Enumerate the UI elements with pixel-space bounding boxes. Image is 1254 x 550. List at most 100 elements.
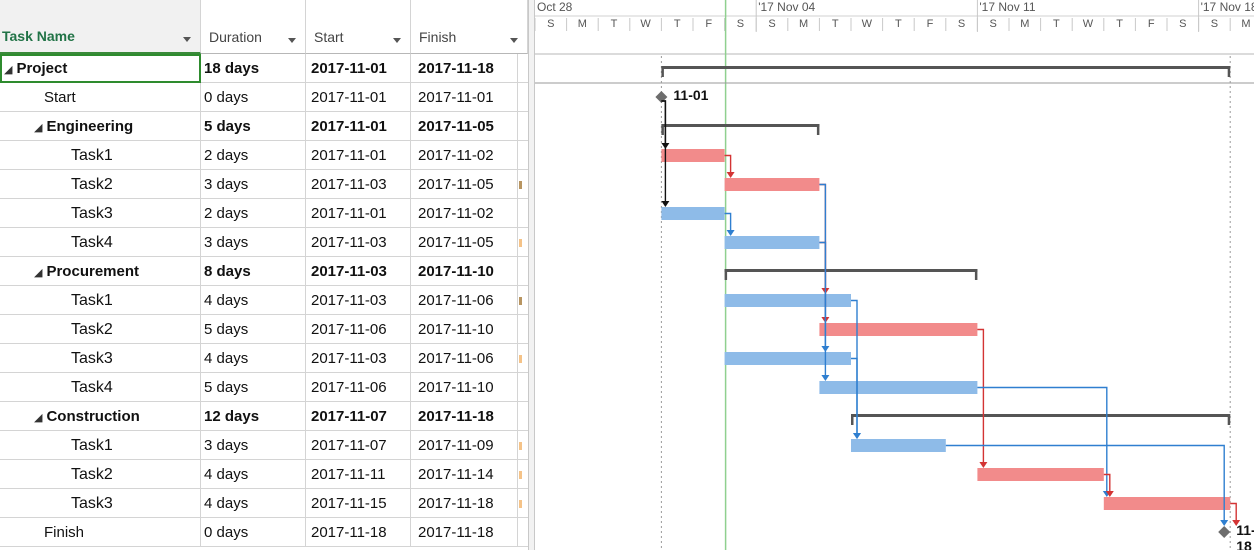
duration-cell[interactable]: 3 days bbox=[201, 431, 306, 460]
finish-cell[interactable]: 2017-11-01 bbox=[411, 83, 518, 112]
task-bar[interactable] bbox=[724, 294, 851, 307]
dropdown-arrow-icon[interactable] bbox=[288, 38, 296, 43]
task-bar[interactable] bbox=[819, 381, 978, 394]
start-cell[interactable]: 2017-11-01 bbox=[306, 54, 411, 83]
table-row[interactable]: Task4 3 days 2017-11-03 2017-11-05 bbox=[0, 228, 528, 257]
column-header-start[interactable]: Start bbox=[306, 0, 411, 54]
finish-cell[interactable]: 2017-11-10 bbox=[411, 257, 518, 286]
column-header-finish[interactable]: Finish bbox=[411, 0, 528, 54]
finish-cell[interactable]: 2017-11-06 bbox=[411, 344, 518, 373]
task-bar[interactable] bbox=[724, 178, 820, 191]
task-name-cell[interactable]: Task2 bbox=[0, 170, 201, 199]
duration-cell[interactable]: 18 days bbox=[201, 54, 306, 83]
table-row[interactable]: ◢ Construction 12 days 2017-11-07 2017-11-18 bbox=[0, 402, 528, 431]
dropdown-arrow-icon[interactable] bbox=[183, 37, 191, 42]
duration-cell[interactable]: 0 days bbox=[201, 83, 306, 112]
summary-bar[interactable] bbox=[724, 269, 978, 272]
table-row[interactable]: Finish 0 days 2017-11-18 2017-11-18 bbox=[0, 518, 528, 547]
finish-cell[interactable]: 2017-11-10 bbox=[411, 315, 518, 344]
task-name-cell[interactable]: Task4 bbox=[0, 373, 201, 402]
task-name-cell[interactable]: Task2 bbox=[0, 315, 201, 344]
column-header-task-name[interactable]: Task Name bbox=[0, 0, 201, 54]
task-bar[interactable] bbox=[724, 236, 820, 249]
start-cell[interactable]: 2017-11-03 bbox=[306, 170, 411, 199]
finish-cell[interactable]: 2017-11-06 bbox=[411, 286, 518, 315]
duration-cell[interactable]: 5 days bbox=[201, 373, 306, 402]
task-name-cell[interactable]: ◢ Engineering bbox=[0, 112, 201, 141]
finish-cell[interactable]: 2017-11-09 bbox=[411, 431, 518, 460]
start-cell[interactable]: 2017-11-11 bbox=[306, 460, 411, 489]
collapse-triangle-icon[interactable]: ◢ bbox=[34, 114, 42, 140]
start-cell[interactable]: 2017-11-03 bbox=[306, 257, 411, 286]
task-name-cell[interactable]: Task1 bbox=[0, 286, 201, 315]
start-cell[interactable]: 2017-11-01 bbox=[306, 199, 411, 228]
start-cell[interactable]: 2017-11-15 bbox=[306, 489, 411, 518]
start-cell[interactable]: 2017-11-06 bbox=[306, 315, 411, 344]
task-bar[interactable] bbox=[661, 149, 725, 162]
start-cell[interactable]: 2017-11-01 bbox=[306, 112, 411, 141]
duration-cell[interactable]: 3 days bbox=[201, 228, 306, 257]
table-row[interactable]: Start 0 days 2017-11-01 2017-11-01 bbox=[0, 83, 528, 112]
task-name-cell[interactable]: Task1 bbox=[0, 431, 201, 460]
summary-bar[interactable] bbox=[661, 124, 820, 127]
start-cell[interactable]: 2017-11-03 bbox=[306, 228, 411, 257]
column-header-duration[interactable]: Duration bbox=[201, 0, 306, 54]
dropdown-arrow-icon[interactable] bbox=[393, 38, 401, 43]
table-row[interactable]: Task3 4 days 2017-11-15 2017-11-18 bbox=[0, 489, 528, 518]
dropdown-arrow-icon[interactable] bbox=[510, 38, 518, 43]
finish-cell[interactable]: 2017-11-02 bbox=[411, 199, 518, 228]
duration-cell[interactable]: 0 days bbox=[201, 518, 306, 547]
task-name-cell[interactable]: Task1 bbox=[0, 141, 201, 170]
task-name-cell[interactable]: ◢ Procurement bbox=[0, 257, 201, 286]
table-row[interactable]: Task2 4 days 2017-11-11 2017-11-14 bbox=[0, 460, 528, 489]
start-cell[interactable]: 2017-11-06 bbox=[306, 373, 411, 402]
finish-cell[interactable]: 2017-11-18 bbox=[411, 518, 518, 547]
start-cell[interactable]: 2017-11-03 bbox=[306, 344, 411, 373]
diamond-icon[interactable] bbox=[1218, 526, 1231, 538]
collapse-triangle-icon[interactable]: ◢ bbox=[4, 56, 12, 82]
duration-cell[interactable]: 2 days bbox=[201, 199, 306, 228]
table-row[interactable]: Task1 3 days 2017-11-07 2017-11-09 bbox=[0, 431, 528, 460]
table-row[interactable]: Task3 4 days 2017-11-03 2017-11-06 bbox=[0, 344, 528, 373]
task-bar[interactable] bbox=[851, 439, 946, 452]
start-cell[interactable]: 2017-11-01 bbox=[306, 83, 411, 112]
task-name-cell[interactable]: ◢ Project bbox=[0, 54, 201, 83]
task-bar[interactable] bbox=[819, 323, 978, 336]
start-cell[interactable]: 2017-11-03 bbox=[306, 286, 411, 315]
task-name-cell[interactable]: Task4 bbox=[0, 228, 201, 257]
task-bar[interactable] bbox=[661, 207, 725, 220]
duration-cell[interactable]: 5 days bbox=[201, 315, 306, 344]
finish-cell[interactable]: 2017-11-10 bbox=[411, 373, 518, 402]
task-name-cell[interactable]: Start bbox=[0, 83, 201, 112]
task-name-cell[interactable]: Finish bbox=[0, 518, 201, 547]
collapse-triangle-icon[interactable]: ◢ bbox=[34, 259, 42, 285]
collapse-triangle-icon[interactable]: ◢ bbox=[34, 404, 42, 430]
finish-cell[interactable]: 2017-11-05 bbox=[411, 228, 518, 257]
finish-cell[interactable]: 2017-11-18 bbox=[411, 489, 518, 518]
duration-cell[interactable]: 4 days bbox=[201, 286, 306, 315]
start-cell[interactable]: 2017-11-01 bbox=[306, 141, 411, 170]
summary-bar[interactable] bbox=[661, 66, 1231, 69]
finish-cell[interactable]: 2017-11-02 bbox=[411, 141, 518, 170]
start-cell[interactable]: 2017-11-18 bbox=[306, 518, 411, 547]
task-name-cell[interactable]: Task2 bbox=[0, 460, 201, 489]
table-row[interactable]: Task1 4 days 2017-11-03 2017-11-06 bbox=[0, 286, 528, 315]
duration-cell[interactable]: 8 days bbox=[201, 257, 306, 286]
duration-cell[interactable]: 4 days bbox=[201, 344, 306, 373]
finish-cell[interactable]: 2017-11-05 bbox=[411, 170, 518, 199]
task-name-cell[interactable]: Task3 bbox=[0, 489, 201, 518]
task-bar[interactable] bbox=[724, 352, 851, 365]
start-cell[interactable]: 2017-11-07 bbox=[306, 402, 411, 431]
finish-cell[interactable]: 2017-11-05 bbox=[411, 112, 518, 141]
finish-cell[interactable]: 2017-11-14 bbox=[411, 460, 518, 489]
duration-cell[interactable]: 4 days bbox=[201, 489, 306, 518]
finish-cell[interactable]: 2017-11-18 bbox=[411, 402, 518, 431]
pane-splitter[interactable] bbox=[528, 0, 535, 550]
duration-cell[interactable]: 4 days bbox=[201, 460, 306, 489]
table-row[interactable]: ◢ Project 18 days 2017-11-01 2017-11-18 bbox=[0, 54, 528, 83]
table-row[interactable]: Task4 5 days 2017-11-06 2017-11-10 bbox=[0, 373, 528, 402]
table-row[interactable]: Task2 3 days 2017-11-03 2017-11-05 bbox=[0, 170, 528, 199]
task-name-cell[interactable]: Task3 bbox=[0, 344, 201, 373]
task-name-cell[interactable]: Task3 bbox=[0, 199, 201, 228]
table-row[interactable]: ◢ Procurement 8 days 2017-11-03 2017-11-10 bbox=[0, 257, 528, 286]
